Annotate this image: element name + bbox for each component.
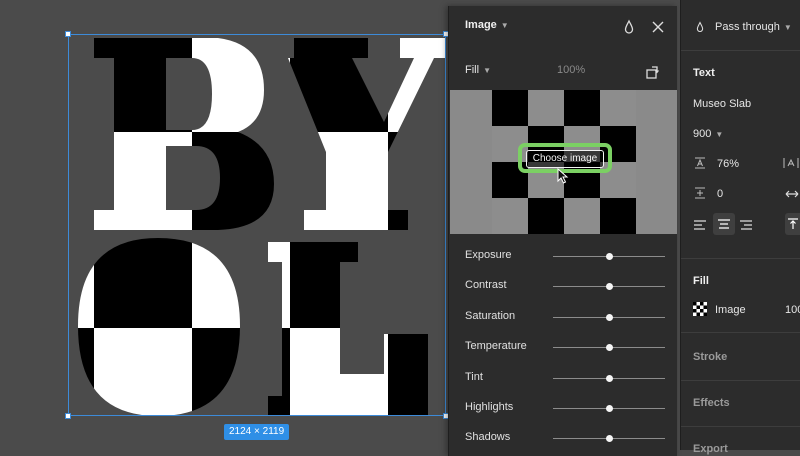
blend-mode-dropdown[interactable]: Pass through ▼: [715, 21, 792, 33]
close-icon[interactable]: [650, 19, 666, 35]
slider-thumb[interactable]: [606, 374, 613, 382]
slider-row-contrast: Contrast: [449, 275, 677, 299]
shadows-slider[interactable]: [553, 435, 665, 443]
export-section-title[interactable]: Export: [693, 443, 728, 455]
mouse-cursor-icon: [557, 168, 569, 184]
slider-thumb[interactable]: [606, 313, 613, 321]
slider-label: Saturation: [465, 309, 516, 322]
align-center-button[interactable]: [713, 213, 735, 235]
checker-swatch-icon: [693, 302, 707, 316]
font-weight-dropdown[interactable]: 900 ▼: [693, 128, 723, 140]
divider: [681, 426, 800, 427]
line-height-icon: [695, 157, 705, 169]
rotate-image-icon[interactable]: [645, 64, 661, 80]
align-top-icon: [788, 218, 798, 229]
resize-handle-top-left[interactable]: [65, 31, 71, 37]
divider: [681, 332, 800, 333]
fill-type-label[interactable]: Image: [715, 304, 746, 316]
align-left-icon[interactable]: [693, 219, 707, 231]
align-top-button[interactable]: [785, 213, 800, 235]
droplet-icon: [696, 21, 704, 32]
slider-label: Highlights: [465, 401, 514, 413]
font-family-dropdown[interactable]: Museo Slab: [693, 98, 751, 110]
slider-row-saturation: Saturation: [449, 306, 677, 330]
image-fill-panel: Image ▼ Fill ▼ 100% Choose image Exposur…: [448, 6, 677, 456]
paragraph-spacing-icon: [695, 187, 705, 199]
align-center-icon: [718, 219, 730, 229]
slider-thumb[interactable]: [606, 405, 613, 412]
highlights-slider[interactable]: [553, 405, 665, 412]
selection-frame[interactable]: [68, 34, 446, 416]
letter-spacing-icon: [783, 158, 799, 168]
stroke-section-title[interactable]: Stroke: [693, 351, 727, 363]
align-right-icon[interactable]: [739, 219, 753, 231]
fill-settings-row: Fill ▼ 100%: [449, 60, 677, 84]
slider-thumb[interactable]: [606, 253, 613, 260]
properties-panel: Pass through ▼ Text Museo Slab 900 ▼ 76% 0: [680, 0, 800, 455]
chevron-down-icon: ▼: [500, 21, 509, 30]
resize-handle-bottom-left[interactable]: [65, 413, 71, 419]
dimensions-badge: 2124 × 2119: [224, 424, 290, 440]
chevron-down-icon: ▼: [783, 23, 792, 32]
slider-row-tint: Tint: [449, 367, 677, 391]
fill-opacity-value[interactable]: 100%: [557, 64, 585, 76]
slider-row-highlights: Highlights: [449, 397, 677, 421]
text-section-title: Text: [693, 67, 715, 79]
resize-horizontal-icon[interactable]: [785, 188, 799, 200]
choose-image-button[interactable]: Choose image: [526, 150, 604, 168]
image-preview[interactable]: Choose image: [450, 90, 677, 234]
slider-thumb[interactable]: [606, 344, 613, 352]
divider: [681, 258, 800, 259]
exposure-slider[interactable]: [553, 253, 665, 260]
slider-row-temperature: Temperature: [449, 336, 677, 360]
contrast-slider[interactable]: [553, 283, 665, 291]
saturation-slider[interactable]: [553, 313, 665, 321]
droplet-icon[interactable]: [621, 19, 637, 35]
slider-label: Temperature: [465, 340, 527, 353]
fill-opacity-input[interactable]: 100: [785, 304, 800, 316]
slider-label: Contrast: [465, 279, 507, 292]
divider: [681, 50, 800, 51]
line-height-input[interactable]: 76%: [717, 158, 739, 170]
tint-slider[interactable]: [553, 374, 665, 382]
slider-row-exposure: Exposure: [449, 245, 677, 269]
slider-label: Shadows: [465, 431, 511, 444]
slider-label: Exposure: [465, 249, 512, 261]
fill-section-title: Fill: [693, 275, 709, 287]
image-fill-swatch[interactable]: [693, 302, 707, 316]
slider-label: Tint: [465, 370, 483, 383]
panel-title[interactable]: Image ▼: [465, 19, 509, 31]
temperature-slider[interactable]: [553, 344, 665, 352]
paragraph-spacing-input[interactable]: 0: [717, 188, 723, 200]
slider-thumb[interactable]: [606, 435, 613, 443]
chevron-down-icon: ▼: [483, 66, 491, 75]
divider: [681, 380, 800, 381]
slider-row-shadows: Shadows: [449, 427, 677, 451]
fill-mode-dropdown[interactable]: Fill ▼: [465, 64, 491, 76]
chevron-down-icon: ▼: [715, 130, 724, 139]
slider-thumb[interactable]: [606, 283, 613, 291]
effects-section-title[interactable]: Effects: [693, 397, 730, 409]
